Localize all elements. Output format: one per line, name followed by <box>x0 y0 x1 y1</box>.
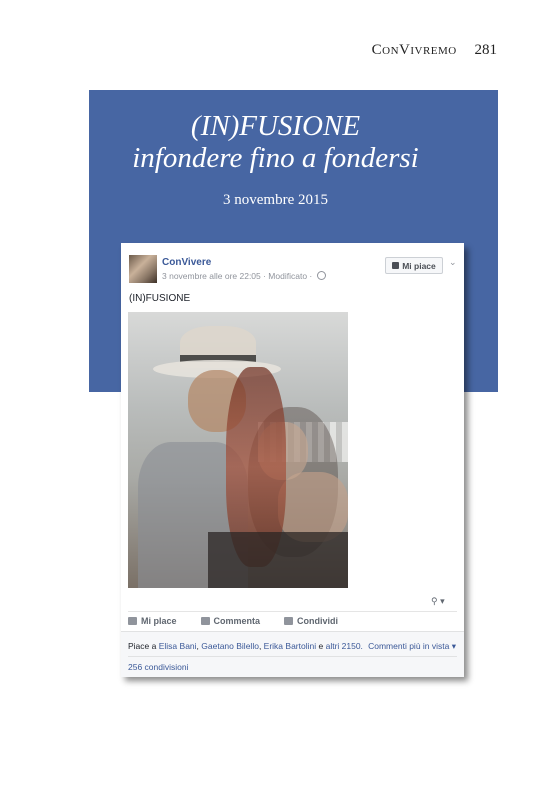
share-action-button[interactable]: Condividi <box>284 616 338 626</box>
liker-link[interactable]: Elisa Bani <box>159 641 197 651</box>
share-action-label: Condividi <box>297 616 339 626</box>
banner-subtitle: infondere fino a fondersi <box>132 142 419 174</box>
liker-link[interactable]: Erika Bartolini <box>264 641 316 651</box>
globe-icon <box>316 271 326 280</box>
others-link[interactable]: altri 2150. <box>326 641 363 651</box>
post-meta: 3 novembre alle ore 22:05 · Modificato · <box>162 271 326 281</box>
liker-link[interactable]: Gaetano Bilello <box>201 641 259 651</box>
reactions-panel: Piace a Elisa Bani, Gaetano Bilello, Eri… <box>121 631 464 677</box>
divider <box>128 656 457 657</box>
post-actions: Mi place Commenta Condividi <box>128 616 338 626</box>
like-action-label: Mi place <box>141 616 177 626</box>
page-name-link[interactable]: ConVivere <box>162 257 211 268</box>
likes-conj: e <box>318 641 324 651</box>
comment-action-button[interactable]: Commenta <box>200 616 261 626</box>
post-text: (IN)FUSIONE <box>129 293 191 304</box>
facebook-post: ConVivere 3 novembre alle ore 22:05 · Mo… <box>121 243 464 677</box>
comment-icon <box>200 617 210 625</box>
share-icon <box>284 617 294 625</box>
like-page-button[interactable]: Mi piace <box>385 257 443 274</box>
like-page-label: Mi piace <box>402 260 436 271</box>
page-number: 281 <box>474 42 498 58</box>
divider <box>128 611 457 612</box>
tag-icon[interactable]: ⚲ ▾ <box>431 596 445 607</box>
banner-date: 3 novembre 2015 <box>223 192 328 208</box>
photo-dark-top <box>208 532 348 588</box>
shares-count[interactable]: 256 condivisioni <box>128 662 188 672</box>
comment-sort-dropdown[interactable]: Commenti più in vista ▾ <box>368 641 456 652</box>
thumbs-up-icon <box>128 617 137 625</box>
brand-name: ConVivremo <box>371 42 457 58</box>
likes-summary: Piace a Elisa Bani, Gaetano Bilello, Eri… <box>128 641 363 651</box>
likes-prefix: Piace a <box>128 641 157 651</box>
comment-action-label: Commenta <box>213 616 261 626</box>
chevron-down-icon[interactable]: ⌄ <box>449 257 457 268</box>
page-header: ConVivremo 281 <box>372 42 497 59</box>
thumbs-up-icon <box>392 262 400 269</box>
post-timestamp[interactable]: 3 novembre alle ore 22:05 · Modificato · <box>162 271 312 281</box>
like-action-button[interactable]: Mi place <box>128 616 177 626</box>
banner-title: (IN)FUSIONE <box>190 110 361 142</box>
post-photo[interactable] <box>128 312 348 588</box>
page-avatar[interactable] <box>129 255 157 283</box>
